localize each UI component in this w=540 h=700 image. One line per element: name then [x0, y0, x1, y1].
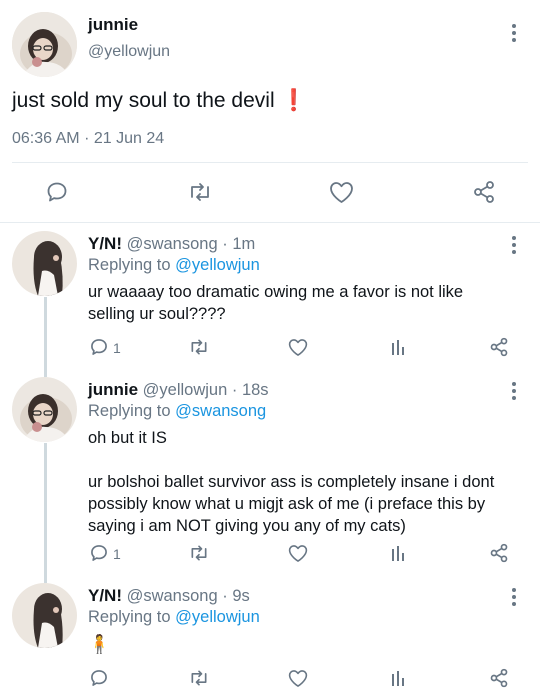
tweet-date: 21 Jun 24: [93, 130, 165, 147]
reply-icon[interactable]: [45, 180, 69, 204]
display-name[interactable]: junnie: [88, 15, 138, 35]
share-icon[interactable]: [472, 180, 496, 204]
reply-icon[interactable]: [89, 668, 109, 688]
exclamation-emoji: ❗: [280, 89, 307, 112]
reply-header: junnie @yellowjun · 18s: [88, 380, 269, 400]
tweet-age: · 18s: [231, 381, 269, 399]
replying-to-label: Replying to: [88, 402, 171, 420]
more-icon[interactable]: [511, 382, 517, 403]
tweet-age: · 9s: [222, 587, 250, 605]
timestamp-divider: [12, 162, 528, 163]
avatar-junnie[interactable]: [12, 12, 77, 77]
display-name[interactable]: junnie: [88, 380, 138, 399]
section-divider: [0, 222, 540, 223]
avatar-yn[interactable]: [12, 231, 77, 296]
reply-text-line: ur bolshoi ballet survivor ass is comple…: [88, 473, 495, 491]
more-icon[interactable]: [511, 588, 517, 609]
like-icon[interactable]: [288, 544, 308, 563]
replying-to-handle[interactable]: @yellowjun: [175, 608, 260, 626]
reply-text: 🧍: [88, 633, 110, 655]
tweet-age: · 1m: [222, 235, 256, 253]
tweet-text-row: just sold my soul to the devil ❗: [12, 88, 307, 114]
replying-to: Replying to @yellowjun: [88, 608, 260, 627]
like-icon[interactable]: [329, 181, 354, 204]
reply-text-line: possibly know what u migjt ask of me (i …: [88, 495, 486, 513]
reply-icon[interactable]: [89, 337, 109, 357]
analytics-icon[interactable]: [390, 669, 408, 687]
avatar-image: [12, 12, 77, 77]
retweet-icon[interactable]: [187, 180, 213, 204]
replying-to: Replying to @swansong: [88, 402, 266, 421]
standing-person-emoji: 🧍: [88, 634, 111, 654]
avatar-yn[interactable]: [12, 583, 77, 648]
retweet-icon[interactable]: [188, 543, 210, 563]
time-separator: ·: [84, 130, 90, 147]
more-icon[interactable]: [511, 236, 517, 257]
reply-text-line: selling ur soul????: [88, 305, 226, 323]
retweet-icon[interactable]: [188, 337, 210, 357]
analytics-icon[interactable]: [390, 338, 408, 356]
reply-icon[interactable]: [89, 543, 109, 563]
reply-count: 1: [113, 340, 121, 356]
display-name[interactable]: Y/N!: [88, 586, 122, 605]
reply-header: Y/N! @swansong · 9s: [88, 586, 250, 606]
analytics-icon[interactable]: [390, 544, 408, 562]
like-icon[interactable]: [288, 338, 308, 357]
reply-text: oh but it IS ur bolshoi ballet survivor …: [88, 427, 528, 537]
reply-text-line: oh but it IS: [88, 429, 167, 447]
reply-text: ur waaaay too dramatic owing me a favor …: [88, 281, 518, 325]
thread-line: [44, 297, 47, 377]
replying-to-handle[interactable]: @yellowjun: [175, 256, 260, 274]
handle[interactable]: @swansong: [127, 235, 218, 253]
share-icon[interactable]: [489, 543, 509, 563]
avatar-junnie[interactable]: [12, 377, 77, 442]
tweet-time: 06:36 AM: [12, 130, 80, 147]
retweet-icon[interactable]: [188, 668, 210, 688]
share-icon[interactable]: [489, 668, 509, 688]
avatar-image: [12, 377, 77, 442]
reply-header: Y/N! @swansong · 1m: [88, 234, 255, 254]
thread-line: [44, 443, 47, 583]
replying-to-handle[interactable]: @swansong: [175, 402, 266, 420]
replying-to-label: Replying to: [88, 608, 171, 626]
tweet-text: just sold my soul to the devil: [12, 89, 275, 112]
handle[interactable]: @yellowjun: [88, 43, 170, 61]
reply-count: 1: [113, 546, 121, 562]
avatar-image: [12, 231, 77, 296]
like-icon[interactable]: [288, 669, 308, 688]
reply-text-line: saying i am NOT giving you any of my cat…: [88, 517, 406, 535]
replying-to: Replying to @yellowjun: [88, 256, 260, 275]
handle[interactable]: @swansong: [127, 587, 218, 605]
display-name[interactable]: Y/N!: [88, 234, 122, 253]
share-icon[interactable]: [489, 337, 509, 357]
more-icon[interactable]: [511, 24, 517, 45]
replying-to-label: Replying to: [88, 256, 171, 274]
avatar-image: [12, 583, 77, 648]
reply-text-line: ur waaaay too dramatic owing me a favor …: [88, 283, 464, 301]
timestamp-row: 06:36 AM · 21 Jun 24: [12, 130, 164, 148]
handle[interactable]: @yellowjun: [143, 381, 228, 399]
reply-text-blank: [88, 449, 528, 471]
